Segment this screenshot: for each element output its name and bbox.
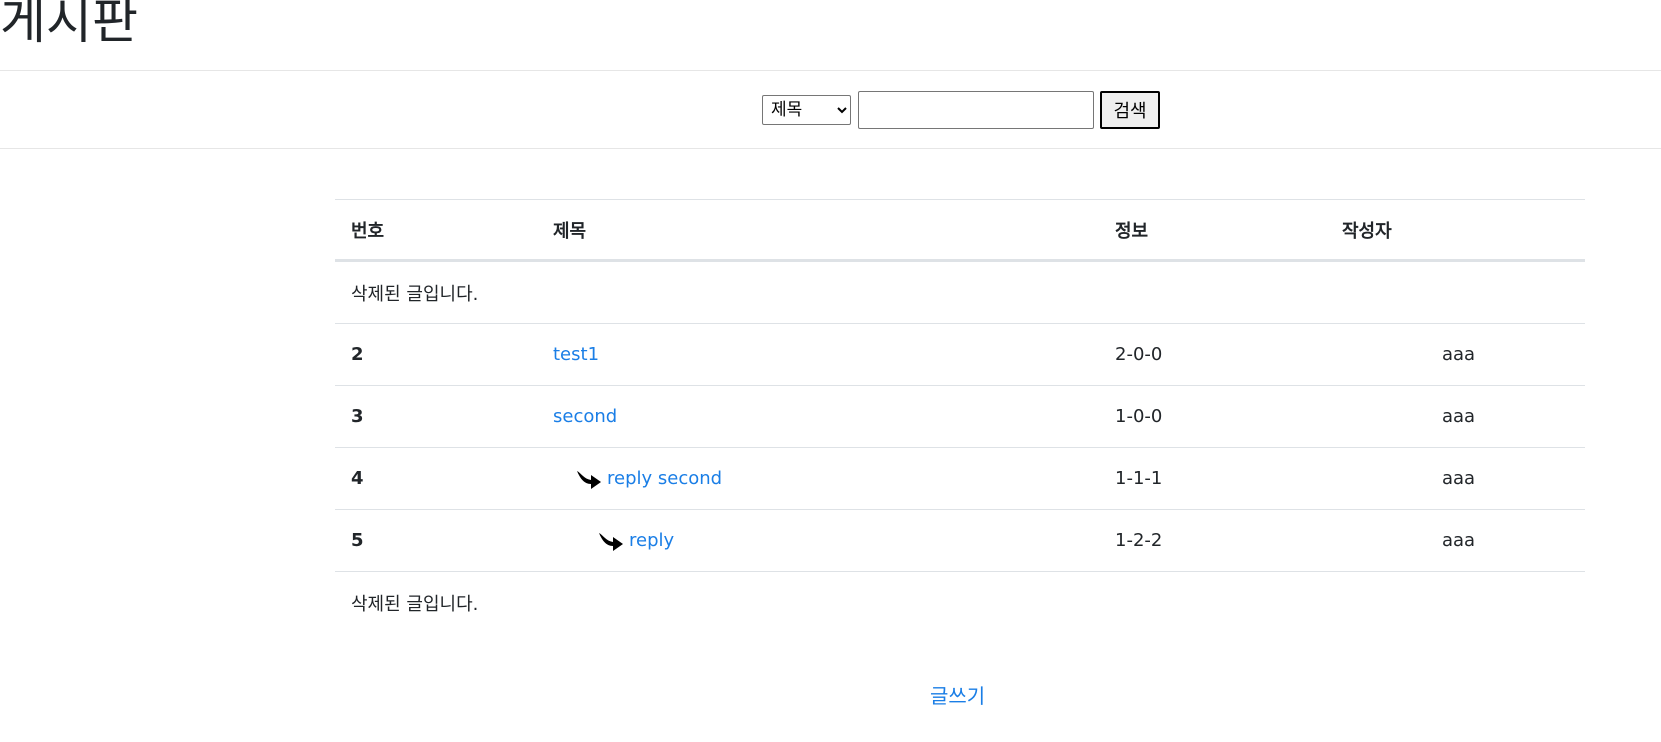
deleted-message: 삭제된 글입니다. xyxy=(335,260,1585,324)
reply-arrow-icon xyxy=(599,532,623,551)
header-info: 정보 xyxy=(1099,199,1326,262)
row-subject: reply second xyxy=(537,447,1099,510)
deleted-message: 삭제된 글입니다. xyxy=(335,571,1585,633)
search-divider xyxy=(0,148,1661,149)
header-subject: 제목 xyxy=(537,199,1099,262)
table-row-deleted: 삭제된 글입니다. xyxy=(335,571,1585,633)
page-title: 게시판 xyxy=(0,0,138,50)
post-link[interactable]: reply xyxy=(629,530,674,551)
row-writer: aaa xyxy=(1326,447,1585,510)
table-header-row: 번호 제목 정보 작성자 xyxy=(335,199,1585,262)
row-info: 1-1-1 xyxy=(1099,447,1326,510)
header-divider xyxy=(0,70,1661,71)
row-num: 5 xyxy=(335,509,537,572)
table-row: 2 test1 2-0-0 aaa xyxy=(335,323,1585,386)
header-num: 번호 xyxy=(335,199,537,262)
table-row: 3 second 1-0-0 aaa xyxy=(335,385,1585,448)
row-num: 3 xyxy=(335,385,537,448)
search-input[interactable] xyxy=(858,91,1094,129)
row-num: 4 xyxy=(335,447,537,510)
reply-indent xyxy=(553,467,607,491)
post-link[interactable]: reply second xyxy=(607,468,722,489)
write-post-link[interactable]: 글쓰기 xyxy=(930,680,985,709)
row-info: 1-0-0 xyxy=(1099,385,1326,448)
row-writer: aaa xyxy=(1326,509,1585,572)
header-writer: 작성자 xyxy=(1326,199,1585,262)
row-writer: aaa xyxy=(1326,323,1585,386)
post-link[interactable]: second xyxy=(553,406,617,427)
row-subject: reply xyxy=(537,509,1099,572)
board-table: 번호 제목 정보 작성자 삭제된 글입니다. 2 test1 2-0-0 aaa… xyxy=(335,199,1585,633)
table-row-deleted: 삭제된 글입니다. xyxy=(335,260,1585,324)
row-writer: aaa xyxy=(1326,385,1585,448)
row-subject: second xyxy=(537,385,1099,448)
search-button[interactable]: 검색 xyxy=(1100,91,1160,129)
table-row: 5 reply 1-2-2 aaa xyxy=(335,509,1585,572)
reply-arrow-icon xyxy=(577,470,601,489)
row-subject: test1 xyxy=(537,323,1099,386)
table-row: 4 reply second 1-1-1 aaa xyxy=(335,447,1585,510)
row-info: 2-0-0 xyxy=(1099,323,1326,386)
search-type-select[interactable]: 제목 xyxy=(762,95,851,125)
row-info: 1-2-2 xyxy=(1099,509,1326,572)
row-num: 2 xyxy=(335,323,537,386)
reply-indent xyxy=(553,529,629,553)
post-link[interactable]: test1 xyxy=(553,344,599,365)
search-bar: 제목 검색 xyxy=(762,90,1160,130)
